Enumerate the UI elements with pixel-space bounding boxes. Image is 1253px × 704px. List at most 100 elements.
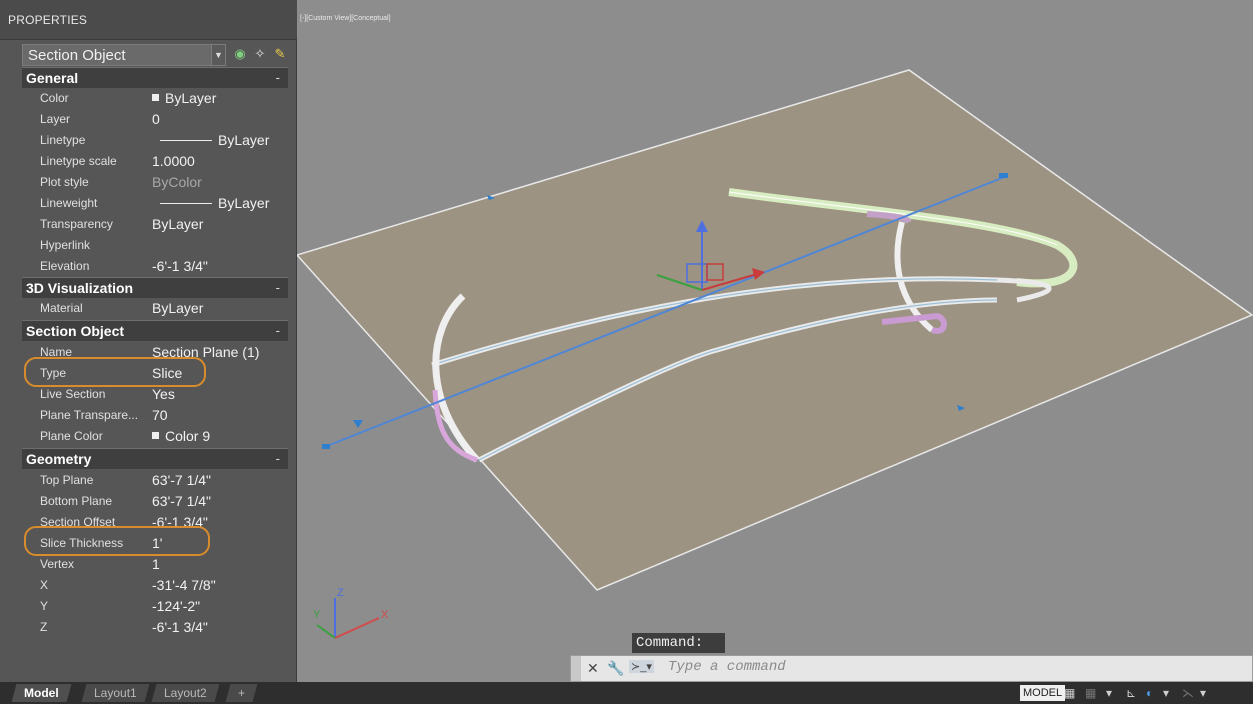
property-value-text: ByLayer <box>218 132 270 148</box>
tab-layout2[interactable]: Layout2 <box>151 684 220 702</box>
property-value[interactable]: -6'-1 3/4" <box>152 258 208 274</box>
property-label: Plot style <box>40 175 89 189</box>
property-value[interactable]: 63'-7 1/4" <box>152 472 211 488</box>
tab-label: Layout1 <box>94 686 137 700</box>
quick-select-icon[interactable]: ✎ <box>272 46 288 62</box>
tab-layout1[interactable]: Layout1 <box>81 684 150 702</box>
section-3d-visualization-title: 3D Visualization <box>26 280 134 296</box>
property-value[interactable]: 0 <box>152 111 160 127</box>
select-objects-icon[interactable]: ✧ <box>252 46 268 62</box>
close-icon[interactable]: ✕ <box>587 660 599 677</box>
property-row-color[interactable]: Color ByLayer <box>22 88 288 109</box>
section-general-header[interactable]: General - <box>22 67 288 88</box>
property-label: Plane Color <box>40 429 103 443</box>
property-value[interactable]: 70 <box>152 407 168 423</box>
isodraft-dropdown-icon[interactable]: ▾ <box>1200 685 1206 701</box>
property-value[interactable]: -31'-4 7/8" <box>152 577 216 593</box>
property-label: Linetype scale <box>40 154 117 168</box>
collapse-icon[interactable]: - <box>276 280 280 295</box>
command-line[interactable]: ✕ 🔧 ≻_▾ Type a command <box>570 655 1253 682</box>
model-space-button[interactable]: MODEL <box>1020 685 1066 701</box>
ortho-icon[interactable]: ⊾ <box>1126 685 1136 701</box>
recent-commands-icon[interactable]: ≻_▾ <box>629 660 654 673</box>
property-row-layer[interactable]: Layer 0 <box>22 109 288 130</box>
polar-tracking-icon[interactable]: ◐ <box>1146 685 1153 701</box>
property-row-y[interactable]: Y -124'-2" <box>22 596 288 617</box>
property-label: Lineweight <box>40 196 98 210</box>
property-value-text: ByLayer <box>165 90 217 106</box>
property-value[interactable]: 1.0000 <box>152 153 195 169</box>
color-swatch-icon <box>152 432 159 439</box>
properties-title-bar[interactable]: PROPERTIES <box>0 0 297 40</box>
property-value[interactable]: Color 9 <box>152 428 210 444</box>
grid-icon[interactable]: ▦ <box>1064 685 1075 701</box>
property-row-elevation[interactable]: Elevation -6'-1 3/4" <box>22 256 288 277</box>
property-value[interactable]: 63'-7 1/4" <box>152 493 211 509</box>
ucs-x-axis <box>334 617 380 639</box>
tab-model[interactable]: Model <box>11 684 72 702</box>
section-end-grip-icon <box>999 173 1008 178</box>
add-layout-button[interactable]: + <box>225 684 258 702</box>
section-geometry-title: Geometry <box>26 451 92 467</box>
property-label: Plane Transpare... <box>40 408 139 422</box>
autocad-window: PROPERTIES Section Object ▼ ◉ ✧ ✎ Genera… <box>0 0 1253 704</box>
property-value[interactable]: ByLayer <box>152 216 203 232</box>
dropdown-arrow-icon[interactable]: ▼ <box>211 45 225 65</box>
property-value[interactable]: -124'-2" <box>152 598 200 614</box>
toggle-pickadd-icon[interactable]: ◉ <box>232 46 248 62</box>
property-value: ByColor <box>152 174 202 190</box>
property-row-x[interactable]: X -31'-4 7/8" <box>22 575 288 596</box>
property-row-plane-transparency[interactable]: Plane Transpare... 70 <box>22 405 288 426</box>
object-type-value: Section Object <box>28 47 126 64</box>
section-start-grip-icon <box>322 444 330 449</box>
section-section-object-header[interactable]: Section Object - <box>22 320 288 341</box>
3d-scene[interactable]: Z X Y <box>297 0 1253 682</box>
property-row-live-section[interactable]: Live Section Yes <box>22 384 288 405</box>
snap-dropdown-icon[interactable]: ▾ <box>1106 685 1112 701</box>
customize-wrench-icon[interactable]: 🔧 <box>607 660 624 677</box>
property-label: Top Plane <box>40 473 94 487</box>
properties-title: PROPERTIES <box>8 13 88 27</box>
property-row-z[interactable]: Z -6'-1 3/4" <box>22 617 288 638</box>
property-value[interactable]: 1 <box>152 556 160 572</box>
property-row-hyperlink[interactable]: Hyperlink <box>22 235 288 256</box>
command-input[interactable]: Type a command <box>668 659 786 675</box>
color-swatch-icon <box>152 94 159 101</box>
property-row-material[interactable]: Material ByLayer <box>22 298 288 319</box>
property-value-text: Color 9 <box>165 428 211 444</box>
property-value[interactable]: -6'-1 3/4" <box>152 619 208 635</box>
property-row-plot-style: Plot style ByColor <box>22 172 288 193</box>
section-3d-visualization-header[interactable]: 3D Visualization - <box>22 277 288 298</box>
property-row-plane-color[interactable]: Plane Color Color 9 <box>22 426 288 447</box>
property-value[interactable]: ByLayer <box>152 300 203 316</box>
property-label: Layer <box>40 112 71 126</box>
property-value[interactable]: ByLayer <box>160 132 269 148</box>
property-value[interactable]: ByLayer <box>160 195 269 211</box>
property-row-transparency[interactable]: Transparency ByLayer <box>22 214 288 235</box>
section-section-object-title: Section Object <box>26 323 125 339</box>
tab-label: Layout2 <box>164 686 207 700</box>
annotation-circle-slice-thickness <box>24 526 210 556</box>
property-value[interactable]: ByLayer <box>152 90 216 106</box>
property-row-linetype-scale[interactable]: Linetype scale 1.0000 <box>22 151 288 172</box>
collapse-icon[interactable]: - <box>276 323 280 338</box>
object-type-select[interactable]: Section Object ▼ <box>22 44 226 66</box>
ucs-x-label: X <box>381 609 389 621</box>
property-label: Z <box>40 620 48 634</box>
snap-icon[interactable]: ▦ <box>1085 685 1096 701</box>
property-row-vertex[interactable]: Vertex 1 <box>22 554 288 575</box>
property-value[interactable]: Yes <box>152 386 175 402</box>
drawing-viewport[interactable]: [-][Custom View][Conceptual] Z X Y <box>297 0 1253 682</box>
drag-grip[interactable] <box>571 656 581 681</box>
status-bar: Model Layout1 Layout2 + MODEL ▦ ▦ ▾ ⊾ ◐ … <box>0 682 1253 704</box>
property-row-linetype[interactable]: Linetype ByLayer <box>22 130 288 151</box>
property-row-top-plane[interactable]: Top Plane 63'-7 1/4" <box>22 470 288 491</box>
isodraft-icon[interactable]: ⋋ <box>1182 685 1194 701</box>
property-row-bottom-plane[interactable]: Bottom Plane 63'-7 1/4" <box>22 491 288 512</box>
section-geometry-header[interactable]: Geometry - <box>22 448 288 469</box>
property-row-lineweight[interactable]: Lineweight ByLayer <box>22 193 288 214</box>
command-history: Command: <box>632 633 725 653</box>
polar-dropdown-icon[interactable]: ▾ <box>1163 685 1169 701</box>
collapse-icon[interactable]: - <box>276 70 280 85</box>
collapse-icon[interactable]: - <box>276 451 280 466</box>
